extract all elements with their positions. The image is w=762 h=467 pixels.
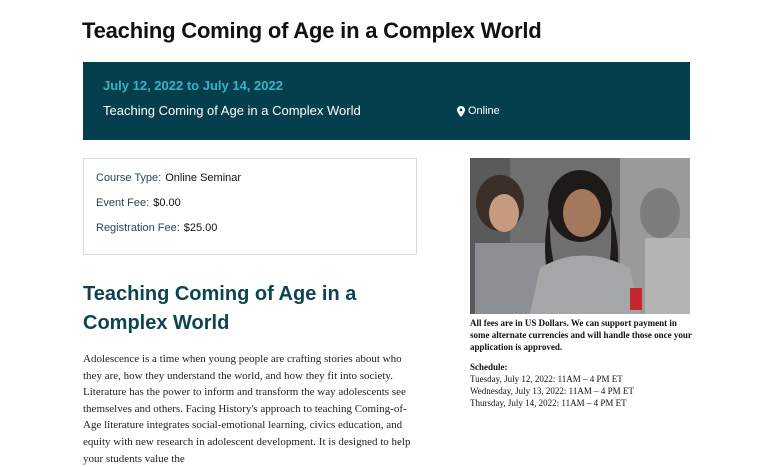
schedule-heading: Schedule: bbox=[470, 362, 508, 372]
event-dates: July 12, 2022 to July 14, 2022 bbox=[103, 78, 283, 93]
map-pin-icon bbox=[457, 105, 465, 117]
event-title: Teaching Coming of Age in a Complex Worl… bbox=[103, 103, 361, 118]
schedule-item: Tuesday, July 12, 2022: 11AM – 4 PM ET bbox=[470, 374, 623, 384]
event-description: Adolescence is a time when young people … bbox=[83, 353, 411, 465]
registration-fee-value: $25.00 bbox=[183, 222, 218, 234]
event-location: Online bbox=[457, 105, 500, 117]
event-fee-label: Event Fee: bbox=[96, 197, 150, 209]
page-title: Teaching Coming of Age in a Complex Worl… bbox=[82, 18, 542, 43]
students-photo-illustration bbox=[470, 158, 690, 314]
event-fee-value: $0.00 bbox=[153, 197, 181, 209]
course-type-row: Course Type: Online Seminar bbox=[96, 172, 241, 184]
sidebar-notes: All fees are in US Dollars. We can suppo… bbox=[470, 317, 695, 409]
registration-fee-label: Registration Fee: bbox=[96, 222, 180, 234]
location-label: Online bbox=[468, 105, 500, 117]
course-type-value: Online Seminar bbox=[165, 172, 242, 184]
fees-note: All fees are in US Dollars. We can suppo… bbox=[470, 318, 692, 352]
event-info-box: Course Type: Online Seminar Event Fee: $0.… bbox=[83, 158, 417, 255]
schedule-item: Wednesday, July 13, 2022: 11AM – 4 PM ET bbox=[470, 386, 634, 396]
section-title: Teaching Coming of Age in a Complex Worl… bbox=[83, 283, 357, 334]
event-banner: July 12, 2022 to July 14, 2022 Teaching … bbox=[83, 62, 690, 140]
event-fee-row: Event Fee: $0.00 bbox=[96, 197, 181, 209]
course-type-label: Course Type: bbox=[96, 172, 162, 184]
schedule-item: Thursday, July 14, 2022: 11AM – 4 PM ET bbox=[470, 398, 627, 408]
registration-fee-row: Registration Fee: $25.00 bbox=[96, 222, 217, 234]
event-photo bbox=[470, 158, 690, 314]
